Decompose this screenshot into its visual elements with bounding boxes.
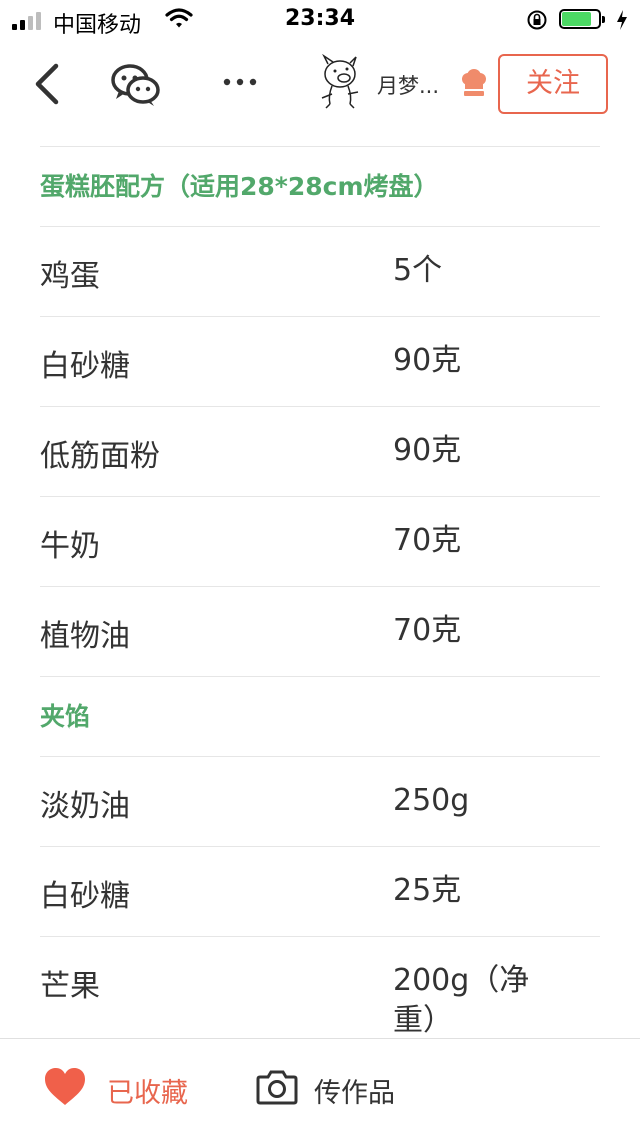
charging-bolt-icon	[617, 10, 627, 30]
follow-button[interactable]: 关注	[498, 54, 608, 114]
bottom-action-bar: 已收藏 传作品	[0, 1038, 640, 1136]
ingredient-row: 白砂糖 90克	[40, 316, 600, 406]
ingredient-row: 牛奶 70克	[40, 496, 600, 586]
status-bar: 中国移动 23:34	[0, 0, 640, 40]
ingredient-amount: 25克	[393, 873, 462, 908]
author-name[interactable]: 月梦...	[377, 70, 439, 100]
ingredient-name: 淡奶油	[40, 789, 130, 824]
favorited-button[interactable]: 已收藏	[107, 1071, 188, 1110]
ingredient-amount: 70克	[393, 523, 462, 558]
ingredient-name: 白砂糖	[40, 879, 130, 914]
ingredient-amount: 90克	[393, 343, 462, 378]
ingredient-row: 鸡蛋 5个	[40, 226, 600, 316]
ingredient-row: 白砂糖 25克	[40, 846, 600, 936]
rotation-lock-icon	[527, 10, 547, 30]
ingredient-name: 低筋面粉	[40, 439, 160, 474]
more-options-button[interactable]	[222, 74, 258, 90]
wechat-share-button[interactable]	[110, 62, 162, 108]
navigation-bar: 月梦... 关注	[0, 40, 640, 130]
ingredient-name: 牛奶	[40, 529, 100, 564]
favorite-heart-icon[interactable]	[43, 1067, 87, 1107]
ingredient-row: 低筋面粉 90克	[40, 406, 600, 496]
ingredient-name: 鸡蛋	[40, 259, 100, 294]
ingredient-name: 白砂糖	[40, 349, 130, 384]
chef-hat-icon	[462, 69, 486, 96]
recipe-page: 中国移动 23:34 月梦... 关注 蛋糕胚配方（适用28*28cm烤盘） 鸡…	[0, 0, 640, 1136]
ingredient-amount: 5个	[393, 253, 443, 288]
ingredient-amount: 200g（净重）	[393, 963, 530, 1038]
ingredient-amount: 70克	[393, 613, 462, 648]
ingredient-row: 淡奶油 250g	[40, 756, 600, 846]
ingredient-row: 芒果 200g（净重）	[40, 936, 600, 1046]
author-avatar[interactable]	[314, 54, 364, 110]
section-title-filling: 夹馅	[40, 676, 600, 756]
back-button[interactable]	[30, 62, 66, 106]
ingredient-list: 蛋糕胚配方（适用28*28cm烤盘） 鸡蛋 5个 白砂糖 90克 低筋面粉 90…	[40, 146, 600, 1046]
section-title-cake-base: 蛋糕胚配方（适用28*28cm烤盘）	[40, 146, 600, 226]
camera-icon[interactable]	[256, 1067, 298, 1107]
upload-work-button[interactable]: 传作品	[314, 1071, 395, 1110]
ingredient-name: 植物油	[40, 619, 130, 654]
ingredient-amount: 90克	[393, 433, 462, 468]
battery-icon	[559, 9, 607, 31]
ingredient-row: 植物油 70克	[40, 586, 600, 676]
ingredient-amount: 250g	[393, 783, 470, 818]
ingredient-name: 芒果	[40, 969, 100, 1004]
